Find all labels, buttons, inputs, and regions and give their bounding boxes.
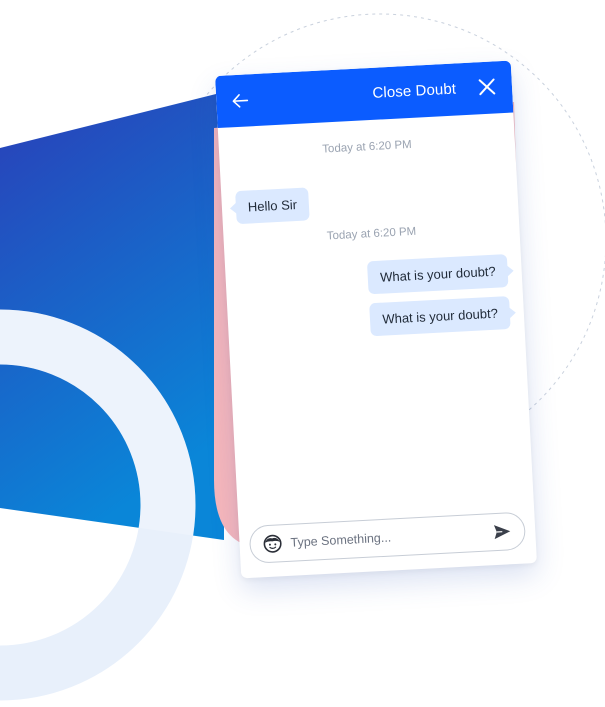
message-timestamp: Today at 6:20 PM [321, 138, 412, 156]
header-title: Close Doubt [372, 80, 457, 102]
send-icon[interactable] [492, 521, 513, 542]
incoming-message: Hello Sir [235, 187, 310, 225]
chat-widget: Close Doubt Today at 6:20 PM Hello Sir T… [215, 60, 537, 579]
message-timestamp: Today at 6:20 PM [326, 225, 417, 243]
message-composer [248, 511, 527, 564]
outgoing-message: What is your doubt? [367, 254, 509, 295]
message-input[interactable] [289, 521, 481, 554]
outgoing-message: What is your doubt? [369, 296, 511, 337]
emoji-face-icon[interactable] [262, 533, 283, 554]
chat-panel: Close Doubt Today at 6:20 PM Hello Sir T… [215, 60, 537, 579]
close-icon[interactable] [475, 75, 498, 98]
arrow-left-icon[interactable] [228, 88, 253, 113]
